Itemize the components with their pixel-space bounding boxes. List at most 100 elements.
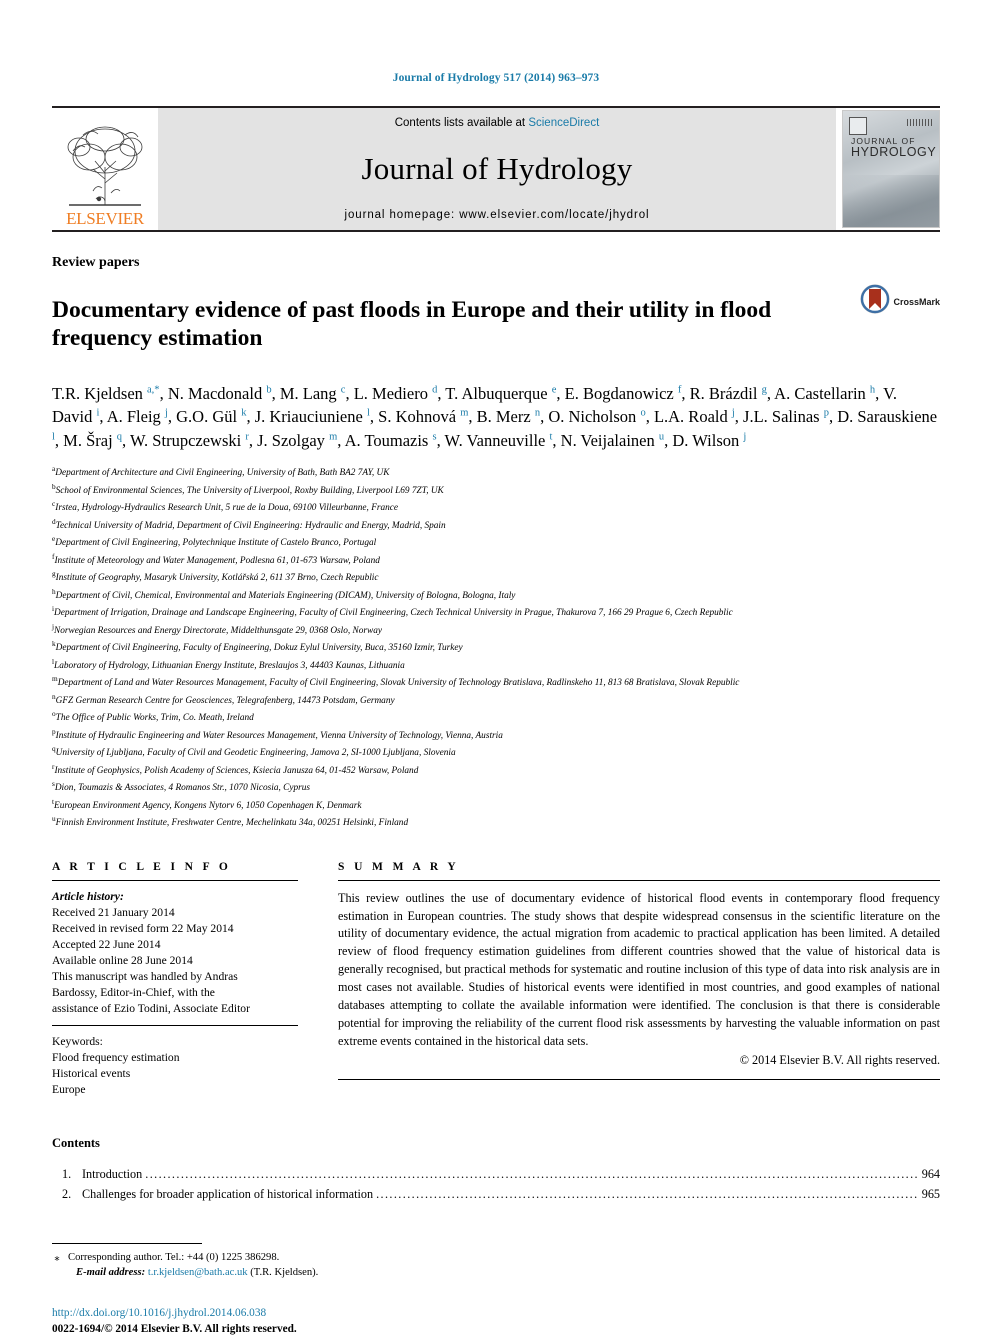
issn-copyright: 0022-1694/© 2014 Elsevier B.V. All right… xyxy=(52,1322,297,1335)
affiliation-list: aDepartment of Architecture and Civil En… xyxy=(52,463,940,831)
cover-barcode-icon xyxy=(907,119,933,126)
affiliation-mark: u xyxy=(52,814,56,824)
affiliation-mark: d xyxy=(52,516,56,526)
article-history-line: Available online 28 June 2014 xyxy=(52,953,193,967)
email-note: E-mail address: t.r.kjeldsen@bath.ac.uk … xyxy=(52,1265,940,1280)
toc-label[interactable]: Challenges for broader application of hi… xyxy=(82,1185,373,1205)
toc-number: 1. xyxy=(62,1167,72,1182)
affiliation-item: fInstitute of Meteorology and Water Mana… xyxy=(52,551,380,566)
toc-leader-dots: ........................................… xyxy=(145,1167,919,1182)
article-history-label: Article history: xyxy=(52,889,124,903)
article-history-line: This manuscript was handled by Andras xyxy=(52,969,238,983)
author-list: T.R. Kjeldsen a,*, N. Macdonald b, M. La… xyxy=(52,383,938,450)
summary-heading: S U M M A R Y xyxy=(338,860,460,873)
affiliation-mark: f xyxy=(52,551,55,561)
article-history-block: Article history: Received 21 January 201… xyxy=(52,881,298,1017)
affiliation-item: qUniversity of Ljubljana, Faculty of Civ… xyxy=(52,744,456,759)
affiliation-item: jNorwegian Resources and Energy Director… xyxy=(52,621,382,636)
email-link[interactable]: t.r.kjeldsen@bath.ac.uk xyxy=(148,1267,248,1278)
corresponding-author-note: ⁎ Corresponding author. Tel.: +44 (0) 12… xyxy=(52,1250,940,1265)
cover-title: JOURNAL OF HYDROLOGY xyxy=(851,137,937,159)
elsevier-logo: ELSEVIER xyxy=(52,108,158,230)
journal-title: Journal of Hydrology xyxy=(361,151,633,186)
abstract-copyright: © 2014 Elsevier B.V. All rights reserved… xyxy=(739,1053,940,1068)
affiliation-mark: s xyxy=(52,779,55,789)
toc-page-number: 965 xyxy=(921,1187,940,1202)
affiliation-mark: i xyxy=(52,604,55,614)
page-title: Documentary evidence of past floods in E… xyxy=(52,296,772,351)
affiliation-mark: o xyxy=(52,709,56,719)
crossmark-icon xyxy=(860,284,890,319)
keyword-item: Flood frequency estimation xyxy=(52,1051,180,1065)
summary-bottom-rule xyxy=(338,1079,940,1081)
affiliation-mark: r xyxy=(52,761,55,771)
affiliation-mark: e xyxy=(52,534,56,544)
toc-entry[interactable]: 2. Challenges for broader application of … xyxy=(52,1185,940,1205)
affiliation-item: iDepartment of Irrigation, Drainage and … xyxy=(52,604,733,619)
info-summary-grid: A R T I C L E I N F O Article history: R… xyxy=(52,861,940,1099)
affiliation-mark: t xyxy=(52,796,55,806)
article-first-page: Journal of Hydrology 517 (2014) 963–973 xyxy=(0,0,992,1335)
toc-page-number: 964 xyxy=(921,1167,940,1182)
affiliation-mark: j xyxy=(52,621,55,631)
article-info-column: A R T I C L E I N F O Article history: R… xyxy=(52,861,298,1099)
affiliation-item: nGFZ German Research Centre for Geoscien… xyxy=(52,691,395,706)
corresponding-author-mark: ⁎ xyxy=(54,1251,60,1263)
affiliation-item: hDepartment of Civil, Chemical, Environm… xyxy=(52,586,516,601)
email-label: E-mail address: xyxy=(76,1266,146,1278)
affiliation-item: kDepartment of Civil Engineering, Facult… xyxy=(52,639,463,654)
contents-heading: Contents xyxy=(52,1136,100,1151)
affiliation-item: bSchool of Environmental Sciences, The U… xyxy=(52,481,444,496)
table-of-contents: 1. Introduction..........................… xyxy=(52,1165,940,1205)
contents-available-line: Contents lists available at ScienceDirec… xyxy=(395,117,600,129)
summary-column: S U M M A R Y This review outlines the u… xyxy=(338,861,940,1099)
affiliation-item: gInstitute of Geography, Masaryk Univers… xyxy=(52,569,379,584)
article-history-lines: Received 21 January 2014 Received in revi… xyxy=(52,905,298,1017)
affiliation-mark: h xyxy=(52,586,56,596)
toc-leader-dots: ........................................… xyxy=(376,1187,919,1202)
toc-label[interactable]: Introduction xyxy=(82,1165,142,1185)
keywords-lines: Flood frequency estimation Historical eve… xyxy=(52,1050,298,1098)
title-row: Documentary evidence of past floods in E… xyxy=(52,280,940,368)
affiliation-item: aDepartment of Architecture and Civil En… xyxy=(52,464,390,479)
affiliation-mark: k xyxy=(52,639,56,649)
crossmark-label: CrossMark xyxy=(893,296,940,307)
elsevier-wordmark: ELSEVIER xyxy=(66,209,144,228)
affiliation-item: pInstitute of Hydraulic Engineering and … xyxy=(52,726,503,741)
affiliation-item: dTechnical University of Madrid, Departm… xyxy=(52,516,446,531)
affiliation-mark: l xyxy=(52,656,55,666)
cover-logo-box xyxy=(849,117,867,135)
sciencedirect-link[interactable]: ScienceDirect xyxy=(528,117,599,129)
page-footer: http://dx.doi.org/10.1016/j.jhydrol.2014… xyxy=(52,1306,940,1337)
corresponding-author-text: Corresponding author. Tel.: +44 (0) 1225… xyxy=(68,1251,280,1263)
toc-entry[interactable]: 1. Introduction..........................… xyxy=(52,1165,940,1185)
affiliation-item: oThe Office of Public Works, Trim, Co. M… xyxy=(52,709,254,724)
crossmark-badge[interactable]: CrossMark xyxy=(860,284,940,319)
keywords-label: Keywords: xyxy=(52,1035,103,1049)
affiliation-item: sDion, Toumazis & Associates, 4 Romanos … xyxy=(52,779,311,794)
keywords-block: Keywords: Flood frequency estimation Hist… xyxy=(52,1025,298,1098)
affiliation-item: lLaboratory of Hydrology, Lithuanian Ene… xyxy=(52,656,405,671)
affiliation-mark: c xyxy=(52,499,56,509)
doi-link[interactable]: http://dx.doi.org/10.1016/j.jhydrol.2014… xyxy=(52,1306,940,1322)
keyword-item: Historical events xyxy=(52,1067,131,1081)
journal-homepage-url[interactable]: journal homepage: www.elsevier.com/locat… xyxy=(345,209,650,221)
affiliation-item: eDepartment of Civil Engineering, Polyte… xyxy=(52,534,377,549)
article-history-line: Received 21 January 2014 xyxy=(52,905,175,919)
affiliation-item: uFinnish Environment Institute, Freshwat… xyxy=(52,814,409,829)
keyword-item: Europe xyxy=(52,1083,86,1097)
affiliation-mark: m xyxy=(52,674,58,684)
cover-title-line2: HYDROLOGY xyxy=(851,144,937,159)
article-info-heading: A R T I C L E I N F O xyxy=(52,860,232,873)
section-type-label: Review papers xyxy=(52,255,140,270)
toc-number: 2. xyxy=(62,1187,72,1202)
affiliation-mark: a xyxy=(52,464,56,474)
affiliation-item: cIrstea, Hydrology-Hydraulics Research U… xyxy=(52,499,399,514)
journal-banner: ELSEVIER Contents lists available at Sci… xyxy=(52,106,940,232)
running-head: Journal of Hydrology 517 (2014) 963–973 xyxy=(392,72,600,84)
journal-cover-thumbnail[interactable]: JOURNAL OF HYDROLOGY xyxy=(842,110,940,228)
article-history-line: Received in revised form 22 May 2014 xyxy=(52,921,234,935)
abstract-text: This review outlines the use of document… xyxy=(338,890,940,1049)
email-suffix: (T.R. Kjeldsen). xyxy=(250,1266,319,1278)
elsevier-tree-icon xyxy=(63,121,147,209)
